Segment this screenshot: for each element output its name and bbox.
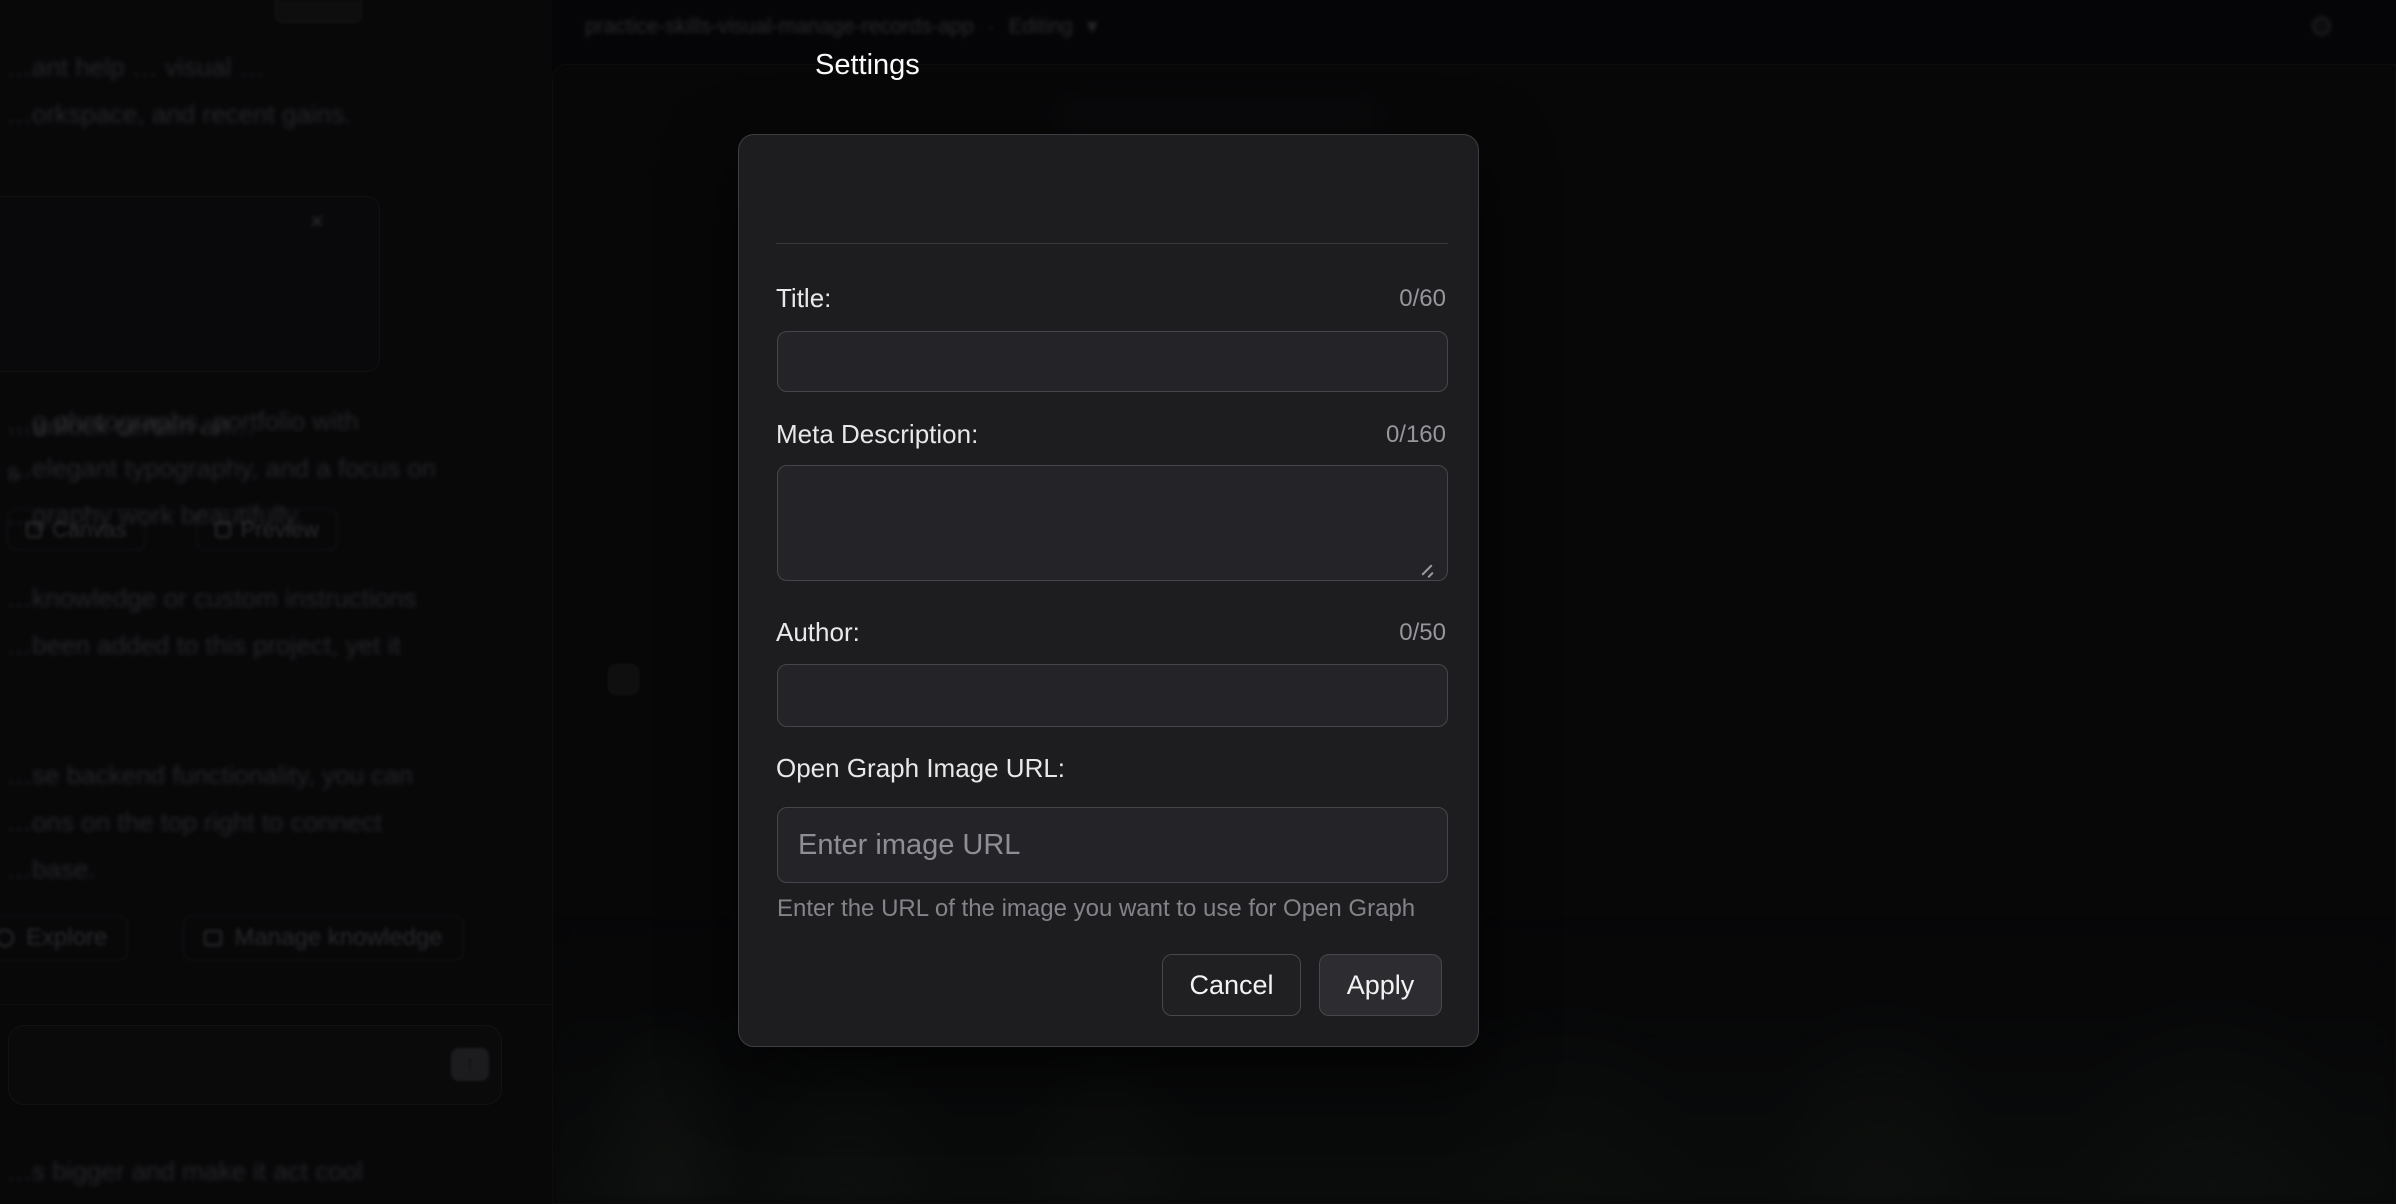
title-counter: 0/60 [1399, 285, 1446, 313]
author-label: Author: [776, 617, 860, 648]
title-label: Title: [776, 283, 831, 314]
resize-handle-icon[interactable] [1418, 563, 1434, 579]
cancel-button[interactable]: Cancel [1162, 954, 1301, 1016]
author-input[interactable] [777, 664, 1448, 727]
resize-grip-line [1427, 572, 1433, 578]
meta-description-counter: 0/160 [1386, 421, 1446, 449]
settings-dialog: Settings Title: 0/60 Meta Description: 0… [738, 134, 1479, 1047]
meta-description-textarea[interactable] [777, 465, 1448, 581]
author-counter: 0/50 [1399, 619, 1446, 647]
dialog-divider [776, 243, 1448, 244]
title-input[interactable] [777, 331, 1448, 392]
apply-button[interactable]: Apply [1319, 954, 1442, 1016]
dialog-title: Settings [815, 49, 920, 82]
meta-description-label: Meta Description: [776, 419, 978, 450]
og-image-helper-text: Enter the URL of the image you want to u… [777, 895, 1415, 923]
og-image-url-input[interactable] [777, 807, 1448, 883]
og-image-url-label: Open Graph Image URL: [776, 753, 1065, 784]
